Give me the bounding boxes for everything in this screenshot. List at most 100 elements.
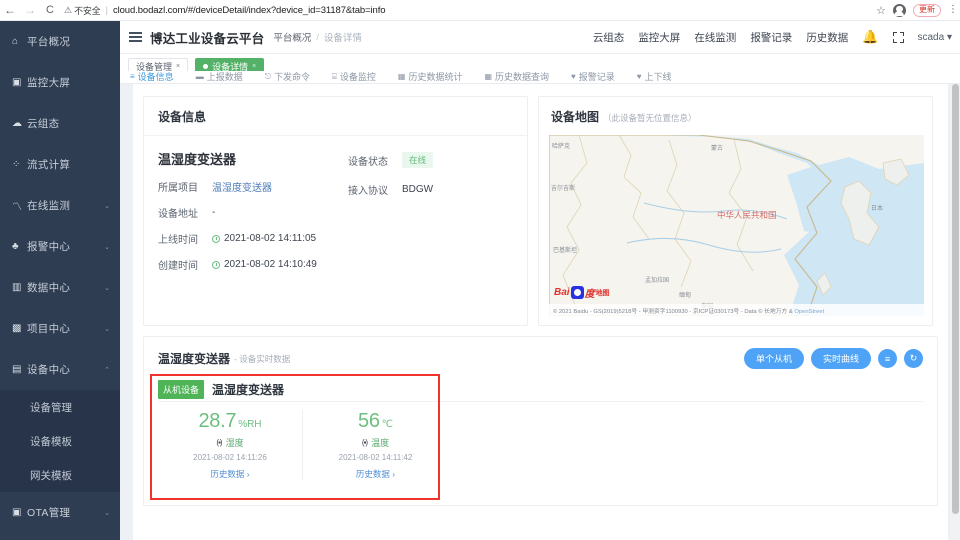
alarm-icon: ♥ bbox=[571, 72, 576, 81]
report-icon: ▬ bbox=[195, 72, 204, 81]
active-dot-icon bbox=[203, 64, 209, 69]
screen-icon: ▣ bbox=[12, 77, 22, 88]
subtab-alarm-records[interactable]: ♥ 报警记录 bbox=[571, 71, 615, 83]
subtab-label: 上下线 bbox=[644, 72, 672, 82]
field-online-time: 上线时间 2021-08-02 14:11:05 bbox=[158, 231, 348, 246]
reload-icon[interactable]: C bbox=[40, 0, 60, 20]
online-icon: ♥ bbox=[636, 72, 642, 81]
sidebar-item-gateway-template[interactable]: 网关模板 bbox=[0, 458, 120, 492]
vertical-scrollbar[interactable] bbox=[951, 84, 960, 540]
nav-monitor-screen[interactable]: 监控大屏 bbox=[638, 30, 680, 45]
monitor-icon: ⌸ bbox=[332, 71, 337, 81]
signal-icon: (▪) bbox=[216, 438, 222, 447]
field-value[interactable]: 温湿度变送器 bbox=[212, 179, 272, 194]
list-icon[interactable]: ≡ bbox=[878, 349, 897, 368]
insecure-label: 不安全 bbox=[74, 5, 101, 16]
info-icon: ≡ bbox=[130, 72, 135, 81]
sidebar-item-label: 设备中心 bbox=[27, 364, 71, 376]
sidebar-item-project-center[interactable]: ▩ 项目中心 ⌄ bbox=[0, 308, 120, 349]
subtab-device-info[interactable]: ≡ 设备信息 bbox=[130, 71, 174, 83]
refresh-icon[interactable]: ↻ bbox=[904, 349, 923, 368]
realtime-title: 温湿度变送器 bbox=[158, 352, 231, 366]
nav-cloud-scada[interactable]: 云组态 bbox=[593, 30, 625, 45]
sidebar-item-cloud-scada[interactable]: ☁ 云组态 bbox=[0, 103, 120, 144]
bell-icon: ♣ bbox=[12, 241, 19, 252]
notification-bell-icon[interactable]: 🔔 bbox=[862, 29, 878, 45]
baidu-wordmark: Bai bbox=[554, 287, 570, 298]
history-data-link[interactable]: 历史数据 › bbox=[307, 468, 444, 480]
nav-alarm-records[interactable]: 报警记录 bbox=[750, 30, 792, 45]
close-icon[interactable]: × bbox=[252, 63, 256, 70]
map-attribution-osm[interactable]: OpenStreet bbox=[794, 309, 824, 315]
sidebar-item-ota-management[interactable]: ▣ OTA管理 ⌄ bbox=[0, 492, 120, 533]
slave-device-tag: 从机设备 bbox=[158, 380, 205, 399]
subtab-device-monitor[interactable]: ⌸ 设备监控 bbox=[332, 71, 376, 83]
address-bar[interactable]: ⚠ 不安全 | cloud.bodazl.com/#/deviceDetail/… bbox=[64, 1, 876, 19]
sidebar-item-stream-compute[interactable]: ⁘ 流式计算 bbox=[0, 144, 120, 185]
sidebar-item-device-center[interactable]: ▤ 设备中心 ⌃ bbox=[0, 349, 120, 390]
map-region-label: 哈萨克 bbox=[552, 144, 571, 150]
subtab-label: 报警记录 bbox=[578, 72, 615, 82]
scrollbar-thumb[interactable] bbox=[952, 84, 959, 514]
page-title: 博达工业设备云平台 bbox=[150, 31, 265, 46]
app-header: 博达工业设备云平台 平台概况 / 设备详情 云组态 监控大屏 在线监测 报警记录… bbox=[120, 21, 960, 54]
user-menu[interactable]: scada ▾ bbox=[918, 32, 953, 43]
back-icon[interactable]: ← bbox=[0, 0, 20, 20]
baidu-map[interactable]: 中华人民共和国 哈萨克 蒙古 日本 吉尔吉斯 巴基斯坦 孟加拉国 缅甸 泰国 B… bbox=[549, 135, 924, 316]
baidu-map-label: 地图 bbox=[595, 289, 610, 297]
home-icon: ⌂ bbox=[12, 36, 19, 47]
sidebar-item-video-surveillance[interactable]: ➤ 视频监控 bbox=[0, 533, 120, 540]
fullscreen-icon[interactable] bbox=[892, 31, 904, 43]
breadcrumb-root[interactable]: 平台概况 bbox=[273, 30, 311, 44]
history-data-label: 历史数据 bbox=[210, 469, 245, 479]
realtime-data-card: 温湿度变送器 - 设备实时数据 单个从机 实时曲线 ≡ ↻ 从机设备 温湿度变送… bbox=[143, 336, 938, 506]
single-slave-button[interactable]: 单个从机 bbox=[743, 348, 804, 369]
subtab-report-data[interactable]: ▬ 上报数据 bbox=[196, 71, 243, 83]
metric-value: 56 bbox=[358, 410, 380, 432]
sidebar-item-device-management[interactable]: 设备管理 bbox=[0, 390, 120, 424]
sidebar-item-data-center[interactable]: ▥ 数据中心 ⌄ bbox=[0, 267, 120, 308]
slave-device-name: 温湿度变送器 bbox=[212, 383, 285, 397]
browser-menu-icon[interactable]: ⋮ bbox=[948, 5, 958, 15]
device-map-card: 设备地图 （此设备暂无位置信息） 中华人民共和国 哈萨克 蒙古 日本 吉尔吉斯 … bbox=[538, 96, 933, 326]
map-region-label: 巴基斯坦 bbox=[553, 248, 578, 254]
sidebar-item-device-template[interactable]: 设备模板 bbox=[0, 424, 120, 458]
metric-timestamp: 2021-08-02 14:11:42 bbox=[338, 453, 413, 462]
realtime-curve-button[interactable]: 实时曲线 bbox=[810, 348, 871, 369]
field-label: 接入协议 bbox=[348, 186, 388, 197]
map-note: （此设备暂无位置信息） bbox=[603, 113, 697, 123]
chevron-down-icon: ⌄ bbox=[104, 284, 110, 292]
field-label: 所属项目 bbox=[158, 183, 198, 194]
sidebar-item-platform-overview[interactable]: ⌂ 平台概况 bbox=[0, 21, 120, 62]
sidebar-item-online-monitoring[interactable]: 〽 在线监测 ⌄ bbox=[0, 185, 120, 226]
baidu-logo: Bai 度 地图 bbox=[554, 285, 610, 300]
clock-icon bbox=[212, 260, 220, 269]
nav-online-monitoring[interactable]: 在线监测 bbox=[694, 30, 736, 45]
subtab-history-query[interactable]: ▦ 历史数据查询 bbox=[484, 71, 549, 83]
chevron-down-icon: ⌄ bbox=[104, 243, 110, 251]
chevron-down-icon: ▾ bbox=[946, 31, 952, 43]
chevron-right-icon: › bbox=[392, 469, 396, 479]
sidebar-item-label: 云组态 bbox=[27, 118, 60, 130]
field-project: 所属项目 温湿度变送器 bbox=[158, 179, 348, 194]
bookmark-star-icon[interactable]: ☆ bbox=[876, 4, 886, 17]
nav-history-data[interactable]: 历史数据 bbox=[806, 30, 848, 45]
menu-toggle-icon[interactable] bbox=[129, 30, 142, 45]
map-attribution: © 2021 Baidu - GS(2019)5218号 - 甲测资字11009… bbox=[549, 304, 924, 316]
bar-chart-icon: ▥ bbox=[12, 282, 22, 293]
subtab-send-command[interactable]: ⎋ 下发命令 bbox=[265, 71, 310, 83]
field-label: 设备地址 bbox=[158, 209, 198, 220]
chevron-right-icon: › bbox=[246, 469, 250, 479]
url-divider: | bbox=[105, 4, 108, 16]
subtab-online-offline[interactable]: ♥ 上下线 bbox=[637, 71, 672, 83]
profile-avatar-icon[interactable] bbox=[893, 3, 906, 17]
sidebar-item-alarm-center[interactable]: ♣ 报警中心 ⌄ bbox=[0, 226, 120, 267]
history-data-link[interactable]: 历史数据 › bbox=[162, 468, 298, 480]
update-button[interactable]: 更新 bbox=[913, 3, 941, 17]
close-icon[interactable]: × bbox=[176, 63, 180, 70]
subtab-history-stats[interactable]: ▦ 历史数据统计 bbox=[398, 71, 463, 83]
sidebar-item-monitor-screen[interactable]: ▣ 监控大屏 bbox=[0, 62, 120, 103]
map-attribution-text: © 2021 Baidu - GS(2019)5218号 - 甲测资字11009… bbox=[553, 308, 793, 315]
cloud-icon: ☁ bbox=[12, 118, 22, 129]
forward-icon[interactable]: → bbox=[20, 0, 40, 20]
